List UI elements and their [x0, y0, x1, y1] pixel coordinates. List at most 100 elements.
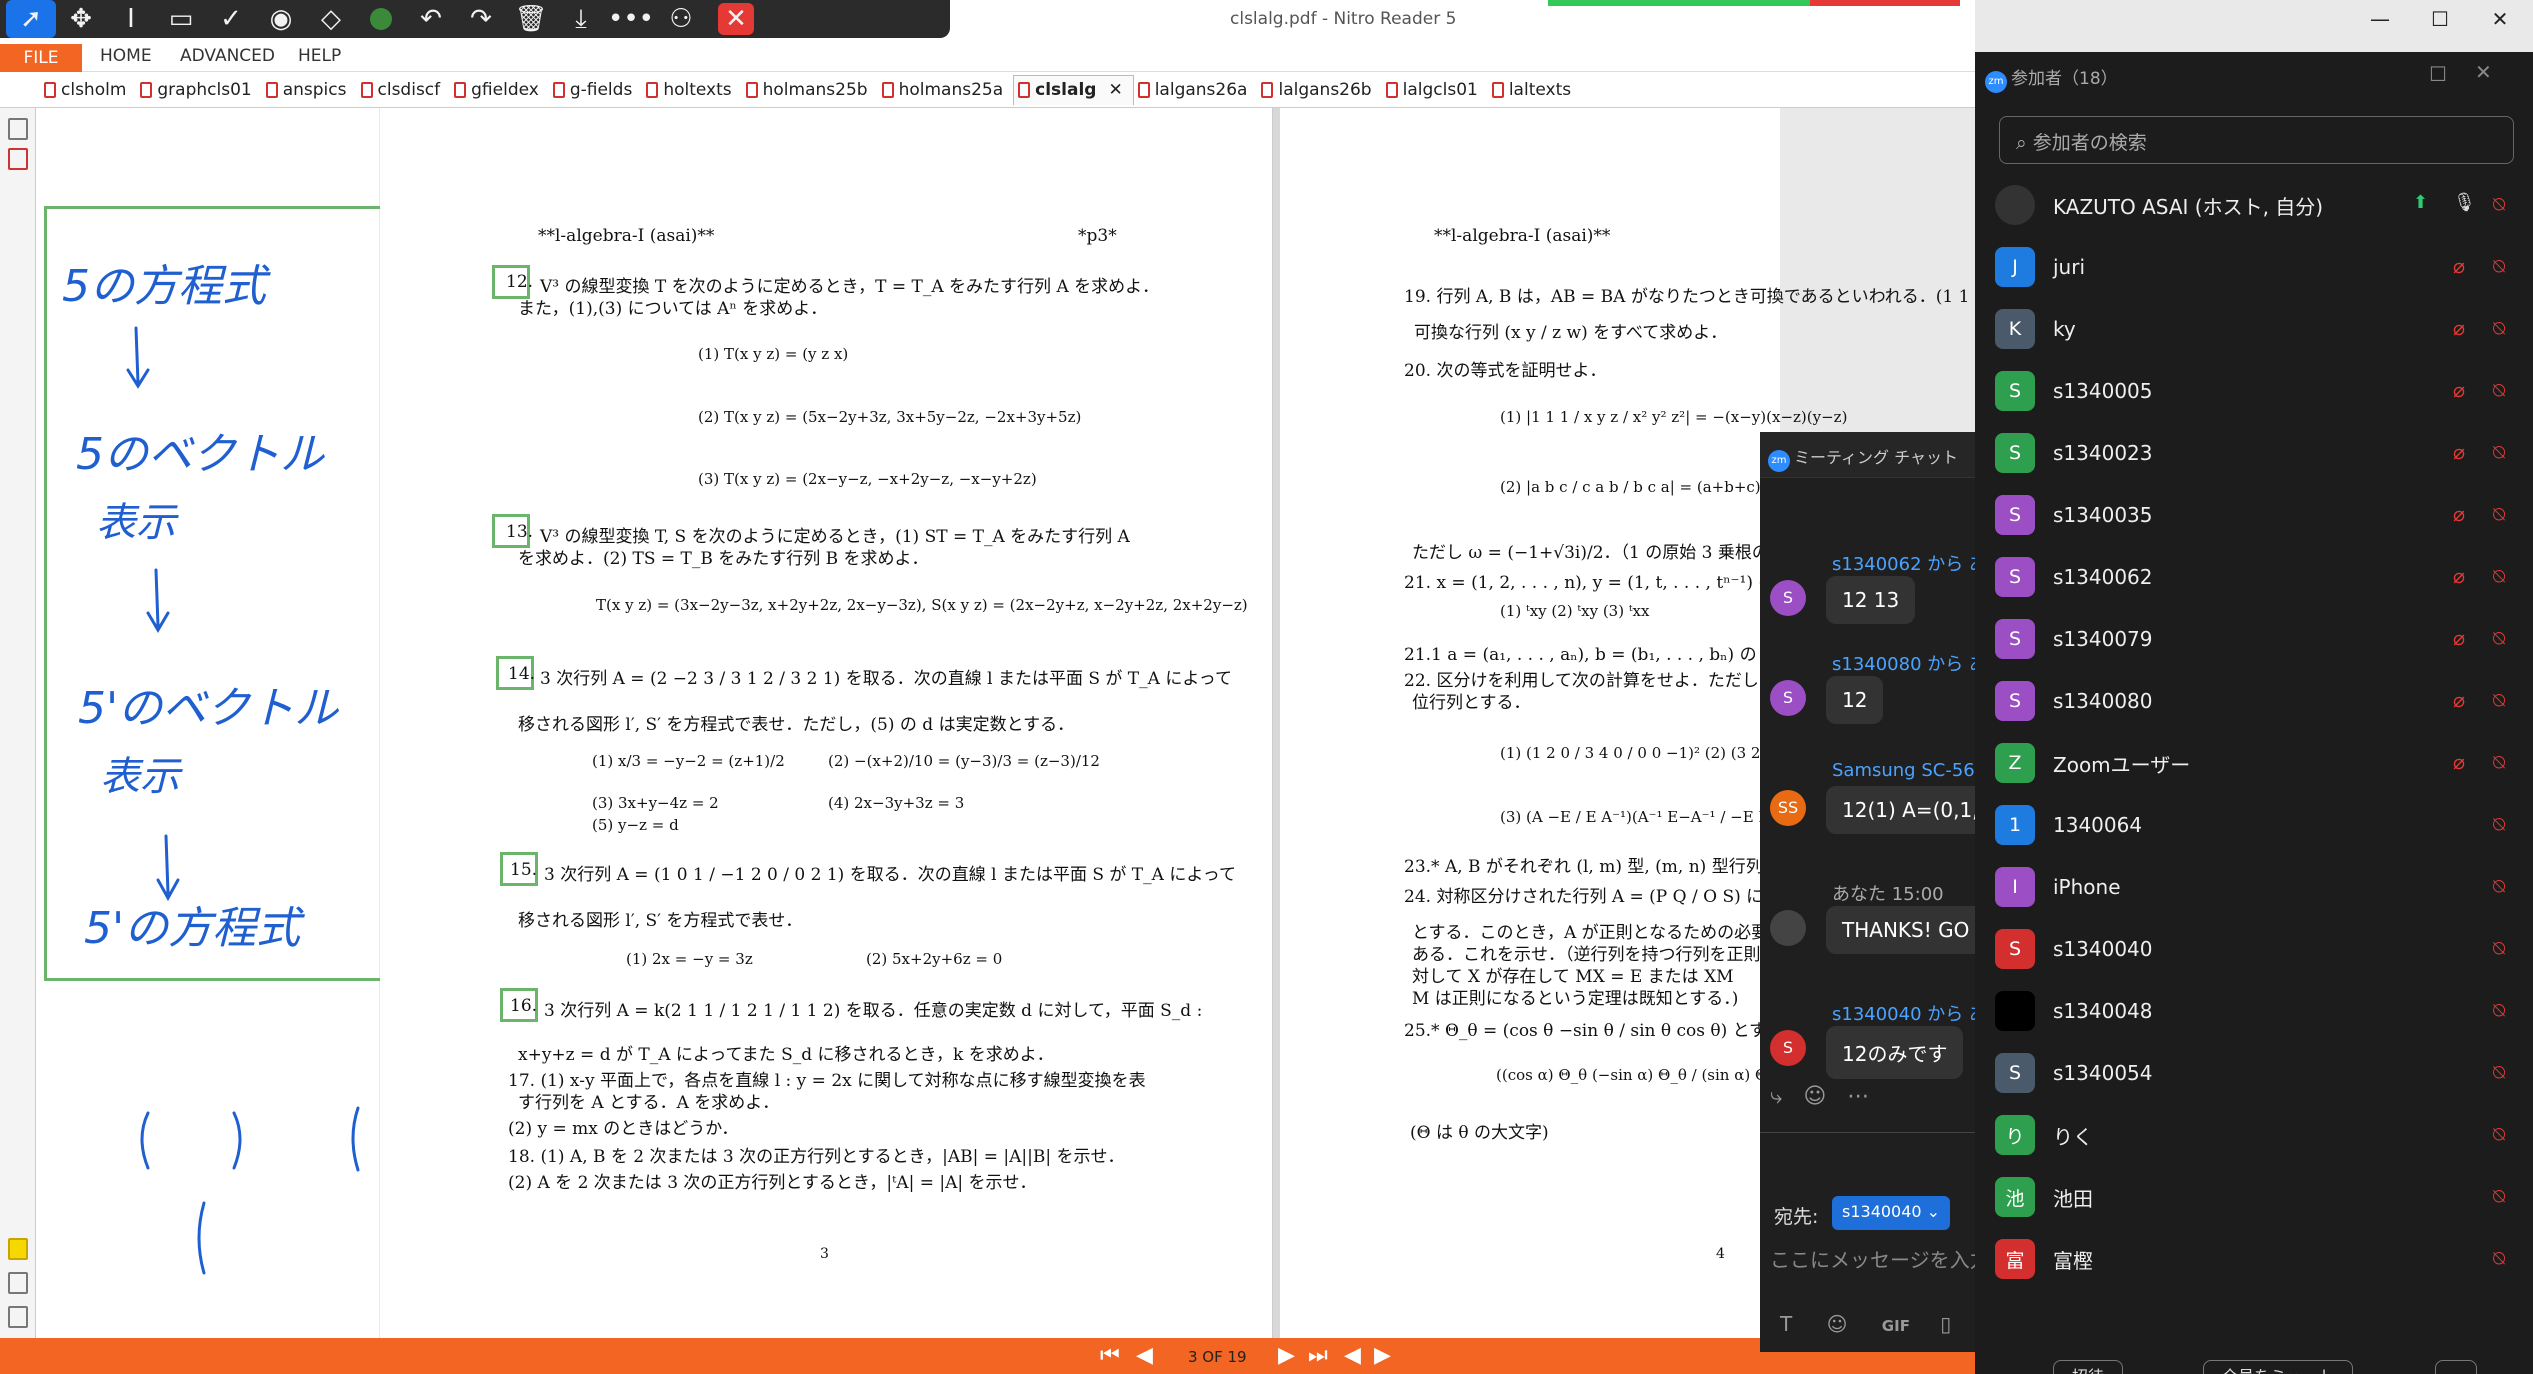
chat-message[interactable]: THANKS! GO: [1826, 906, 1986, 954]
panel-close-icon[interactable]: ✕: [2475, 60, 2492, 84]
chat-message[interactable]: 12 13: [1826, 576, 1916, 624]
tab-gfieldex[interactable]: gfieldex: [450, 75, 549, 105]
output-icon[interactable]: [8, 1272, 28, 1294]
back-icon[interactable]: ◀: [1344, 1343, 1361, 1368]
participant-row[interactable]: Ss1340035 ⌀ ⍉: [1975, 484, 2533, 546]
gif-icon[interactable]: GIF: [1882, 1317, 1910, 1335]
participant-row[interactable]: Ss1340062 ⌀ ⍉: [1975, 546, 2533, 608]
mic-muted-icon[interactable]: ⌀: [2453, 626, 2479, 652]
participant-row[interactable]: s1340048 ⍉: [1975, 980, 2533, 1042]
check-icon[interactable]: ✓: [206, 0, 256, 38]
window-close-icon[interactable]: ✕: [2470, 0, 2530, 38]
participants-more-button[interactable]: …: [2435, 1360, 2477, 1374]
participant-row[interactable]: Kky ⌀ ⍉: [1975, 298, 2533, 360]
tab-lalgans26b[interactable]: lalgans26b: [1257, 75, 1381, 105]
move-icon[interactable]: ✥: [56, 0, 106, 38]
mic-muted-icon[interactable]: ⌀: [2453, 750, 2479, 776]
mic-muted-icon[interactable]: ⌀: [2453, 688, 2479, 714]
undo-icon[interactable]: ↶: [406, 0, 456, 38]
participant-row[interactable]: Ss1340080 ⌀ ⍉: [1975, 670, 2533, 732]
video-off-icon[interactable]: ⍉: [2493, 1184, 2519, 1210]
mic-muted-icon[interactable]: ⌀: [2453, 316, 2479, 342]
tab-anspics[interactable]: anspics: [262, 75, 357, 105]
share-screen-icon[interactable]: ⬆: [2413, 192, 2439, 218]
video-off-icon[interactable]: ⍉: [2493, 192, 2519, 218]
video-off-icon[interactable]: ⍉: [2493, 936, 2519, 962]
video-off-icon[interactable]: ⍉: [2493, 1060, 2519, 1086]
chat-input[interactable]: ここにメッセージを入力: [1770, 1244, 1990, 1273]
participant-search-input[interactable]: ⌕ 参加者の検索: [1999, 116, 2514, 164]
video-off-icon[interactable]: ⍉: [2493, 998, 2519, 1024]
trash-icon[interactable]: 🗑: [506, 0, 556, 38]
video-off-icon[interactable]: ⍉: [2493, 626, 2519, 652]
tab-lalgans26a[interactable]: lalgans26a: [1134, 75, 1258, 105]
participant-row[interactable]: Ss1340054 ⍉: [1975, 1042, 2533, 1104]
user-pen-icon[interactable]: ⚇: [656, 0, 706, 38]
cursor-icon[interactable]: ➚: [6, 0, 56, 38]
participant-row[interactable]: Z Zoomユーザー ⌀ ⍉: [1975, 732, 2533, 794]
maximize-icon[interactable]: ☐: [2410, 0, 2470, 38]
pages-icon[interactable]: [8, 118, 28, 140]
next-page-icon[interactable]: ▶: [1278, 1343, 1295, 1368]
video-off-icon[interactable]: ⍉: [2493, 688, 2519, 714]
mic-icon[interactable]: 🎙: [2453, 192, 2479, 218]
mute-all-button[interactable]: 全員をミュート: [2203, 1360, 2354, 1374]
tab-graphcls01[interactable]: graphcls01: [136, 75, 261, 105]
list-icon[interactable]: [8, 1306, 28, 1328]
participant-row[interactable]: Ss1340005 ⌀ ⍉: [1975, 360, 2533, 422]
text-format-icon[interactable]: T: [1780, 1312, 1792, 1336]
participant-row[interactable]: 富富樫 ⍉: [1975, 1228, 2533, 1290]
attachments-icon[interactable]: [8, 148, 28, 170]
stamp-icon[interactable]: ◉: [256, 0, 306, 38]
video-off-icon[interactable]: ⍉: [2493, 1246, 2519, 1272]
menu-advanced[interactable]: ADVANCED: [180, 46, 275, 66]
menu-home[interactable]: HOME: [100, 46, 152, 66]
participant-row[interactable]: Ss1340079 ⌀ ⍉: [1975, 608, 2533, 670]
tab-holmans25b[interactable]: holmans25b: [742, 75, 878, 105]
mic-muted-icon[interactable]: ⌀: [2453, 502, 2479, 528]
color-dot-icon[interactable]: [356, 0, 406, 38]
tab-clsdiscf[interactable]: clsdiscf: [357, 75, 451, 105]
menu-help[interactable]: HELP: [298, 46, 341, 66]
more-icon[interactable]: •••: [606, 0, 656, 38]
popout-icon[interactable]: ☐: [2429, 62, 2447, 86]
participant-row[interactable]: 池池田 ⍉: [1975, 1166, 2533, 1228]
download-icon[interactable]: ⤓: [556, 0, 606, 38]
tab-holmans25a[interactable]: holmans25a: [878, 75, 1014, 105]
video-off-icon[interactable]: ⍉: [2493, 750, 2519, 776]
tab-clsholm[interactable]: clsholm: [40, 75, 136, 105]
forward-icon[interactable]: ▶: [1374, 1343, 1391, 1368]
video-off-icon[interactable]: ⍉: [2493, 502, 2519, 528]
participant-row[interactable]: Ss1340040 ⍉: [1975, 918, 2533, 980]
page-indicator[interactable]: 3 OF 19: [1188, 1348, 1247, 1366]
last-page-icon[interactable]: ⏭: [1308, 1343, 1328, 1368]
participant-row[interactable]: Ss1340023 ⌀ ⍉: [1975, 422, 2533, 484]
redo-icon[interactable]: ↷: [456, 0, 506, 38]
participant-row[interactable]: Jjuri ⌀ ⍉: [1975, 236, 2533, 298]
chat-more-icon[interactable]: ⋯: [1847, 1084, 1869, 1109]
tab-g-fields[interactable]: g-fields: [549, 75, 642, 105]
participant-row[interactable]: IiPhone ⍉: [1975, 856, 2533, 918]
prev-page-icon[interactable]: ◀: [1136, 1343, 1153, 1368]
mic-muted-icon[interactable]: ⌀: [2453, 440, 2479, 466]
participant-row[interactable]: りりく ⍉: [1975, 1104, 2533, 1166]
video-off-icon[interactable]: ⍉: [2493, 316, 2519, 342]
close-icon[interactable]: ✕: [718, 3, 754, 35]
tab-lalgcls01[interactable]: lalgcls01: [1382, 75, 1488, 105]
chat-message[interactable]: 12のみです: [1826, 1026, 1964, 1079]
video-off-icon[interactable]: ⍉: [2493, 378, 2519, 404]
minimize-icon[interactable]: —: [2350, 0, 2410, 38]
invite-button[interactable]: 招待: [2053, 1360, 2124, 1374]
emoji-icon[interactable]: ☺: [1827, 1312, 1848, 1336]
mic-muted-icon[interactable]: ⌀: [2453, 254, 2479, 280]
tab-holtexts[interactable]: holtexts: [642, 75, 741, 105]
text-cursor-icon[interactable]: I: [106, 0, 156, 38]
video-off-icon[interactable]: ⍉: [2493, 1122, 2519, 1148]
participant-row[interactable]: 1 1340064 ⍉: [1975, 794, 2533, 856]
participant-row[interactable]: KAZUTO ASAI (ホスト, 自分) ⬆ 🎙 ⍉: [1975, 174, 2533, 236]
mic-muted-icon[interactable]: ⌀: [2453, 378, 2479, 404]
video-off-icon[interactable]: ⍉: [2493, 440, 2519, 466]
rectangle-icon[interactable]: ▭: [156, 0, 206, 38]
emoji-react-icon[interactable]: ☺: [1803, 1084, 1826, 1109]
video-off-icon[interactable]: ⍉: [2493, 874, 2519, 900]
